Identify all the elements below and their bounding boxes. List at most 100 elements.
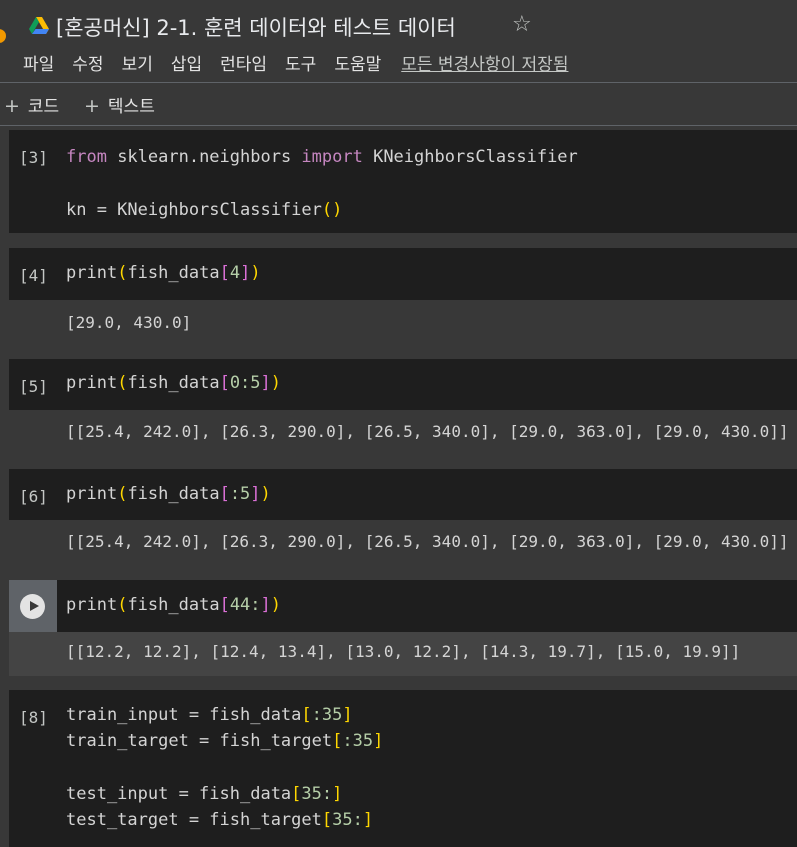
bracket: [ [219,263,230,283]
notebook-body: [3] from sklearn.neighbors import KNeigh… [0,126,797,847]
menu-bar: 파일 수정 보기 삽입 런타임 도구 도움말 모든 변경사항이 저장됨 [23,50,586,75]
code-line[interactable]: print(fish_data[4]) [66,263,261,283]
bracket: ] [260,595,271,615]
bracket: ) [260,484,271,504]
bracket: ) [270,373,282,393]
bracket: ] [250,484,261,504]
number: 44: [229,595,261,615]
run-gutter [9,580,57,632]
cell-output: [29.0, 430.0] [9,300,797,348]
menu-runtime[interactable]: 런타임 [220,50,267,75]
bracket: ( [117,373,128,393]
output-text: [[12.2, 12.2], [12.4, 13.4], [13.0, 12.2… [66,642,741,661]
run-cell-button[interactable] [20,594,45,619]
code-editor[interactable]: [6] print(fish_data[:5]) [9,469,797,520]
code-line[interactable]: test_target = fish_target[35:] [66,810,373,830]
code-editor[interactable]: [3] from sklearn.neighbors import KNeigh… [9,130,797,233]
execution-count: [3] [19,148,48,167]
bracket: [ [219,373,230,393]
bracket: ( [117,263,128,283]
plus-icon: + [4,95,20,117]
plus-icon: + [84,95,100,117]
cell-output: [[25.4, 242.0], [26.3, 290.0], [26.5, 34… [9,520,797,569]
bracket: [ [291,784,302,804]
keyword: import [301,147,363,167]
add-code-button[interactable]: + 코드 [4,92,59,117]
code-line[interactable]: from sklearn.neighbors import KNeighbors… [66,147,578,167]
number: 35: [332,810,363,830]
code-text: print [66,373,118,393]
bracket: [ [219,595,230,615]
saved-status-link[interactable]: 모든 변경사항이 저장됨 [401,50,568,75]
code-line[interactable]: print(fish_data[:5]) [66,484,271,504]
execution-count: [4] [19,266,48,285]
code-editor[interactable]: [8] train_input = fish_data[:35] train_t… [9,690,797,847]
cell-output: [[12.2, 12.2], [12.4, 13.4], [13.0, 12.2… [9,632,797,676]
code-line[interactable]: train_target = fish_target[:35] [66,731,383,751]
bracket: [ [332,731,343,751]
code-cell[interactable]: [6] print(fish_data[:5]) [[25.4, 242.0],… [9,469,797,569]
bracket: ] [332,784,343,804]
menu-file[interactable]: 파일 [23,50,54,75]
number: 0:5 [229,373,261,393]
star-icon[interactable]: ☆ [512,12,532,37]
toolbar: + 코드 + 텍스트 [0,83,797,125]
execution-count: [6] [19,487,48,506]
code-text: kn = KNeighborsClassifier [66,200,322,220]
add-text-label: 텍스트 [107,97,155,117]
menu-help[interactable]: 도움말 [334,50,381,75]
code-cell[interactable]: [3] from sklearn.neighbors import KNeigh… [9,130,797,233]
notebook-title[interactable]: [혼공머신] 2-1. 훈련 데이터와 테스트 데이터 [56,12,456,42]
add-code-label: 코드 [27,97,60,117]
code-text: test_input = fish_data [66,784,292,804]
code-text: train_input = fish_data [66,705,302,725]
code-text: fish_data [127,263,220,283]
code-line[interactable]: print(fish_data[0:5]) [66,373,281,393]
google-drive-icon[interactable] [29,17,49,35]
code-text: print [66,484,118,504]
code-cell[interactable]: [5] print(fish_data[0:5]) [[25.4, 242.0]… [9,359,797,459]
cell-output: [[25.4, 242.0], [26.3, 290.0], [26.5, 34… [9,410,797,459]
bracket: ] [260,373,271,393]
bracket: ] [342,705,353,725]
colab-logo[interactable] [0,29,6,43]
code-text: sklearn.neighbors [106,147,302,167]
bracket: ) [250,263,261,283]
bracket: [ [219,484,230,504]
menu-view[interactable]: 보기 [122,50,153,75]
code-editor[interactable]: print(fish_data[44:]) [9,580,797,632]
bracket: [ [301,705,312,725]
bracket: [ [321,810,333,830]
bracket: ] [240,263,251,283]
code-text: KNeighborsClassifier [362,147,578,167]
code-line[interactable]: print(fish_data[44:]) [66,595,281,615]
code-cell[interactable]: [4] print(fish_data[4]) [29.0, 430.0] [9,248,797,348]
menu-insert[interactable]: 삽입 [171,50,202,75]
code-cell[interactable]: [8] train_input = fish_data[:35] train_t… [9,690,797,847]
code-cell-active[interactable]: print(fish_data[44:]) [[12.2, 12.2], [12… [9,580,797,676]
code-text: fish_data [127,484,220,504]
number: :35 [311,705,343,725]
number: :5 [229,484,251,504]
bracket: () [321,200,343,220]
bracket: ( [117,484,128,504]
code-line[interactable]: test_input = fish_data[35:] [66,784,342,804]
add-text-button[interactable]: + 텍스트 [84,92,155,117]
menu-edit[interactable]: 수정 [72,50,103,75]
code-text: fish_data [127,373,220,393]
code-text: fish_data [127,595,220,615]
code-editor[interactable]: [5] print(fish_data[0:5]) [9,359,797,410]
output-text: [29.0, 430.0] [66,313,192,332]
output-text: [[25.4, 242.0], [26.3, 290.0], [26.5, 34… [66,532,789,551]
code-text: train_target = fish_target [66,731,333,751]
bracket: ] [362,810,374,830]
execution-count: [8] [19,708,48,727]
menu-tools[interactable]: 도구 [285,50,316,75]
code-text: test_target = fish_target [66,810,322,830]
code-line[interactable]: train_input = fish_data[:35] [66,705,353,725]
output-text: [[25.4, 242.0], [26.3, 290.0], [26.5, 34… [66,422,789,441]
number: 35: [301,784,333,804]
bracket: ] [373,731,384,751]
code-editor[interactable]: [4] print(fish_data[4]) [9,248,797,300]
code-line[interactable]: kn = KNeighborsClassifier() [66,200,342,220]
